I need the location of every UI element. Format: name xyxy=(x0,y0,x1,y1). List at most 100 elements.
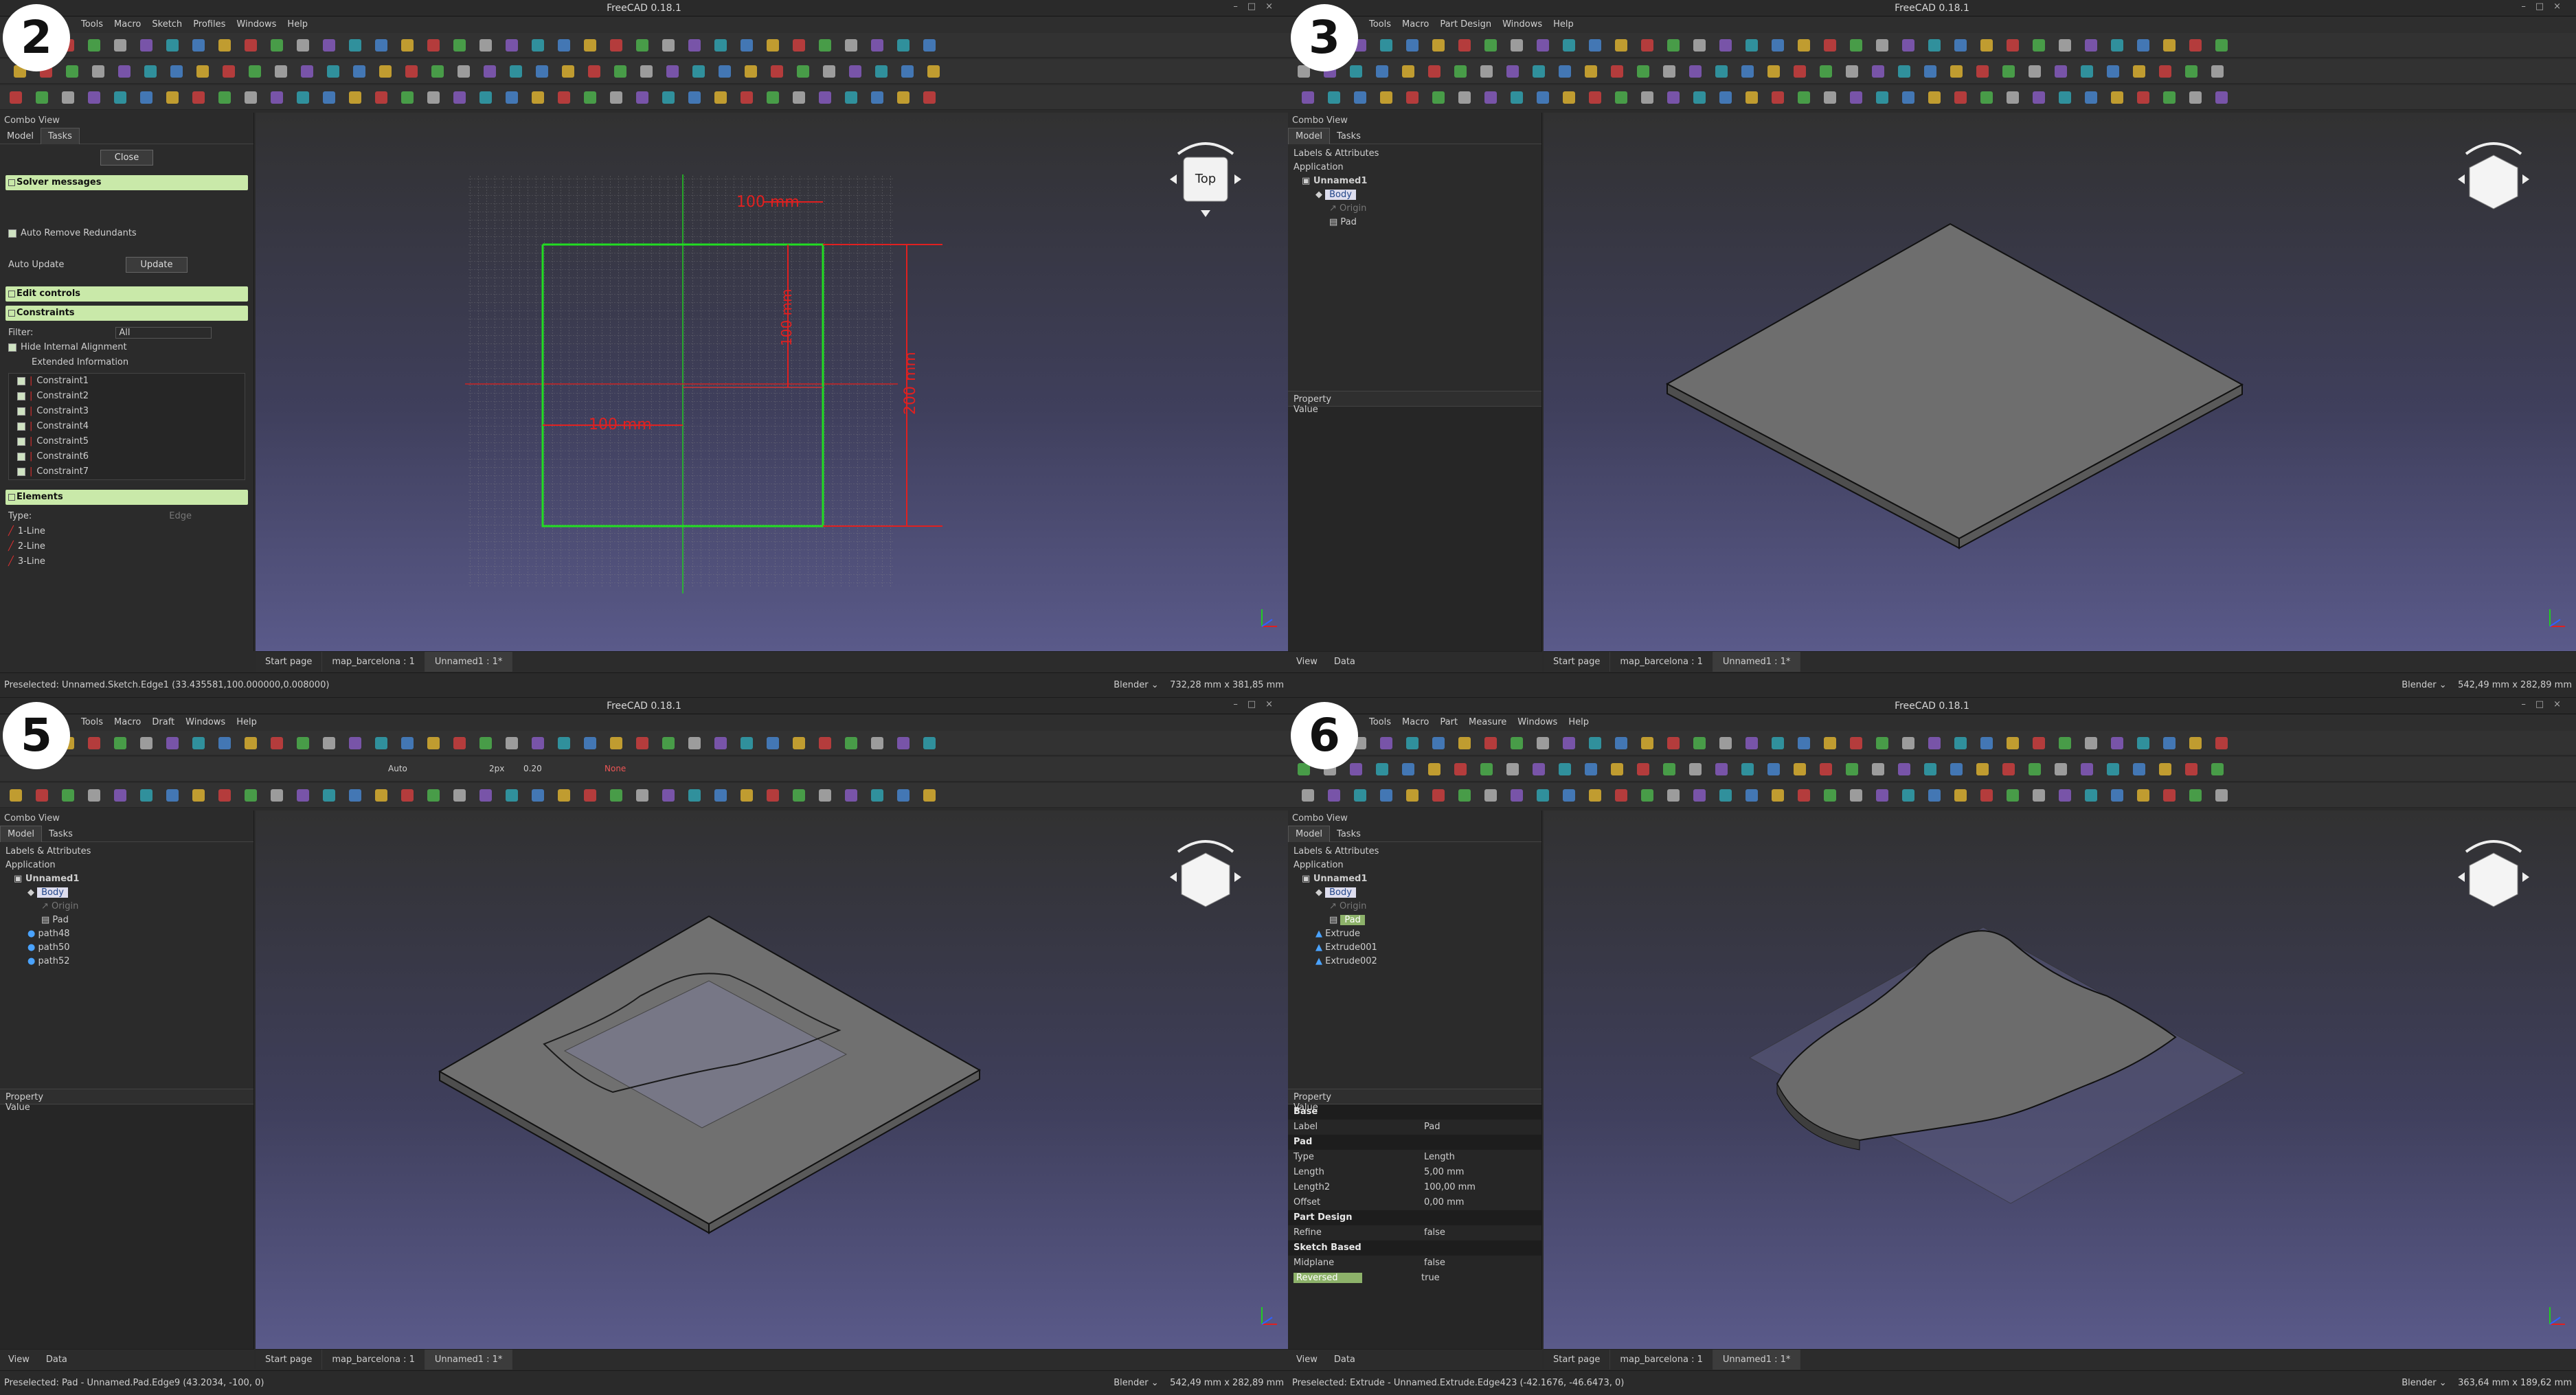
toolbar-button-icon[interactable] xyxy=(1402,65,1414,78)
toolbar-button-icon[interactable] xyxy=(2189,91,2202,104)
toolbar-button-icon[interactable] xyxy=(1480,763,1493,775)
type-select[interactable]: Edge xyxy=(169,511,192,521)
toolbar-button-icon[interactable] xyxy=(2111,91,2123,104)
checkbox-icon[interactable] xyxy=(17,437,25,446)
pad-solid-top[interactable] xyxy=(1665,223,2244,540)
toolbar-button-icon[interactable] xyxy=(1824,39,1836,52)
tree-item-origin[interactable]: ↗ Origin xyxy=(0,900,253,914)
toolbar-button-icon[interactable] xyxy=(2159,763,2171,775)
toolbar-button-icon[interactable] xyxy=(1954,39,1967,52)
toolbar-button-icon[interactable] xyxy=(2111,789,2123,802)
toolbar-button-icon[interactable] xyxy=(741,39,753,52)
menu-item[interactable]: Part Design xyxy=(1434,16,1497,32)
toolbar-button-icon[interactable] xyxy=(1563,39,1575,52)
toolbar-button-icon[interactable] xyxy=(901,65,914,78)
toolbar-button-icon[interactable] xyxy=(614,65,626,78)
toolbar-button-icon[interactable] xyxy=(2033,789,2045,802)
toolbar-button-icon[interactable] xyxy=(2085,39,2097,52)
window-controls[interactable]: –□× xyxy=(1233,1,1283,12)
toolbar-button-icon[interactable] xyxy=(1719,789,1732,802)
tree-item-body[interactable]: ◆ Body xyxy=(0,886,253,900)
toolbar-button-icon[interactable] xyxy=(1637,65,1649,78)
arrow-down-icon[interactable] xyxy=(1201,210,1210,217)
toolbar-button-icon[interactable] xyxy=(819,789,831,802)
tab-data[interactable]: Data xyxy=(1326,652,1364,672)
toolbar-button-icon[interactable] xyxy=(1641,789,1653,802)
arrow-left-icon[interactable] xyxy=(1170,872,1177,882)
toolbar-button-icon[interactable] xyxy=(1767,65,1780,78)
toolbar-button-icon[interactable] xyxy=(1924,65,1936,78)
toolbar-button-icon[interactable] xyxy=(1719,91,1732,104)
property-value[interactable]: false xyxy=(1424,1258,1555,1268)
toolbar-button-icon[interactable] xyxy=(923,91,936,104)
toolbar-button-icon[interactable] xyxy=(1976,763,1989,775)
toolbar-button-icon[interactable] xyxy=(1689,763,1702,775)
property-group[interactable]: Part Design xyxy=(1288,1210,1541,1225)
draft-fontsize[interactable]: 0.20 xyxy=(523,764,542,773)
property-group[interactable]: Sketch Based xyxy=(1288,1240,1541,1256)
toolbar-button-icon[interactable] xyxy=(2215,39,2228,52)
property-row[interactable]: Offset 0,00 mm xyxy=(1288,1195,1541,1210)
rotate-arrow-icon[interactable] xyxy=(2465,840,2522,853)
toolbar-button-icon[interactable] xyxy=(1693,737,1706,749)
toolbar-button-icon[interactable] xyxy=(349,39,361,52)
tree-item-pad[interactable]: ▤ Pad xyxy=(0,914,253,927)
toolbar-button-icon[interactable] xyxy=(819,39,831,52)
menu-item[interactable]: Tools xyxy=(76,714,109,730)
toolbar-button-icon[interactable] xyxy=(1537,91,1549,104)
toolbar-button-icon[interactable] xyxy=(797,65,809,78)
toolbar-button-icon[interactable] xyxy=(849,65,861,78)
toolbar-button-icon[interactable] xyxy=(1615,789,1627,802)
hide-internal-option[interactable]: Hide Internal Alignment xyxy=(0,340,253,355)
toolbar-button-icon[interactable] xyxy=(1902,789,1914,802)
toolbar-button-icon[interactable] xyxy=(1563,737,1575,749)
toolbar-button-icon[interactable] xyxy=(1798,789,1810,802)
toolbar-button-icon[interactable] xyxy=(2111,737,2123,749)
toolbar-button-icon[interactable] xyxy=(897,39,909,52)
arrow-right-icon[interactable] xyxy=(1234,872,1241,882)
toolbar-button-icon[interactable] xyxy=(1902,737,1914,749)
toolbar-button-icon[interactable] xyxy=(767,737,779,749)
tree-item-extrude[interactable]: ▲ Extrude002 xyxy=(1288,955,1541,968)
menu-item[interactable]: Measure xyxy=(1463,714,1512,730)
list-item[interactable]: ╱ 3-Line xyxy=(0,554,253,569)
toolbar-button-icon[interactable] xyxy=(1950,763,1963,775)
toolbar-button-icon[interactable] xyxy=(871,39,883,52)
toolbar-button-icon[interactable] xyxy=(1328,91,1340,104)
toolbar-button-icon[interactable] xyxy=(62,789,74,802)
toolbar-button-icon[interactable] xyxy=(741,91,753,104)
doc-tab[interactable]: Start page xyxy=(256,652,323,672)
toolbar-button-icon[interactable] xyxy=(1693,789,1706,802)
toolbar-button-icon[interactable] xyxy=(714,91,727,104)
list-item[interactable]: ╱ 2-Line xyxy=(0,539,253,554)
toolbar-button-icon[interactable] xyxy=(10,91,22,104)
constraints-section[interactable]: Constraints xyxy=(5,306,248,321)
checkbox-icon[interactable] xyxy=(17,392,25,400)
toolbar-button-icon[interactable] xyxy=(353,65,365,78)
toolbar-button-icon[interactable] xyxy=(688,91,701,104)
toolbar-button-icon[interactable] xyxy=(1480,65,1493,78)
3d-viewport[interactable] xyxy=(256,810,1288,1349)
toolbar-button-icon[interactable] xyxy=(1663,65,1675,78)
toolbar-button-icon[interactable] xyxy=(532,737,544,749)
tab-view[interactable]: View xyxy=(0,1350,38,1370)
toolbar-button-icon[interactable] xyxy=(1846,763,1858,775)
toolbar-button-icon[interactable] xyxy=(1563,789,1575,802)
toolbar-button-icon[interactable] xyxy=(1537,737,1549,749)
toolbar-button-icon[interactable] xyxy=(1798,737,1810,749)
navigation-cube[interactable]: Top xyxy=(1164,133,1247,223)
doc-tab[interactable]: map_barcelona : 1 xyxy=(1610,652,1713,672)
menu-item[interactable]: Help xyxy=(282,16,313,32)
toolbar-button-icon[interactable] xyxy=(1615,91,1627,104)
toolbar-button-icon[interactable] xyxy=(2185,763,2197,775)
dimension-label[interactable]: 100 mm xyxy=(736,194,800,211)
toolbar-button-icon[interactable] xyxy=(1667,789,1680,802)
toolbar-button-icon[interactable] xyxy=(166,737,179,749)
nav-style[interactable]: Blender xyxy=(2402,680,2436,690)
toolbar-button-icon[interactable] xyxy=(453,91,466,104)
toolbar-button-icon[interactable] xyxy=(1458,737,1471,749)
toolbar-button-icon[interactable] xyxy=(1350,65,1362,78)
doc-tab[interactable]: Unnamed1 : 1* xyxy=(1713,652,1801,672)
toolbar-button-icon[interactable] xyxy=(2055,763,2067,775)
toolbar-button-icon[interactable] xyxy=(1350,763,1362,775)
